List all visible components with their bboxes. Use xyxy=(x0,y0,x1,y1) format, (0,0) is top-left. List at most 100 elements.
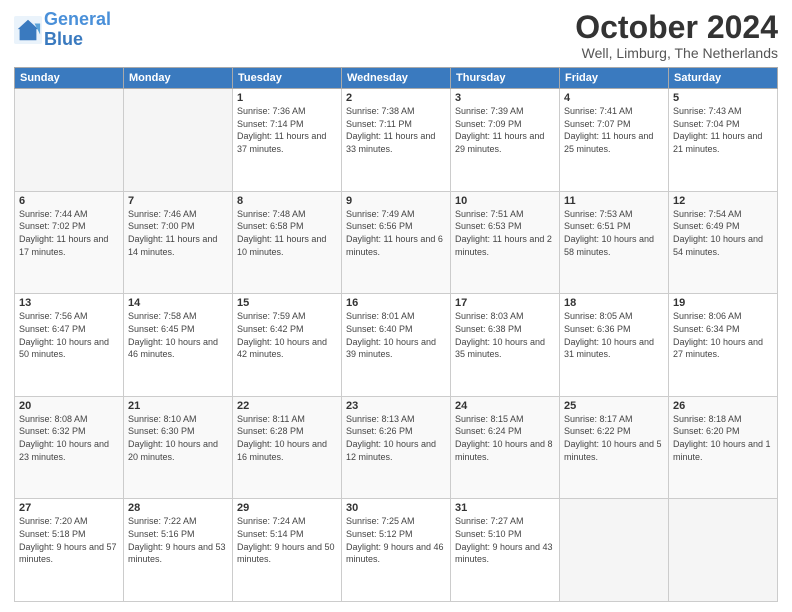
day-detail: Sunrise: 7:38 AM Sunset: 7:11 PM Dayligh… xyxy=(346,105,446,155)
weekday-header-saturday: Saturday xyxy=(669,68,778,89)
day-number: 7 xyxy=(128,195,228,207)
calendar-cell: 28Sunrise: 7:22 AM Sunset: 5:16 PM Dayli… xyxy=(124,499,233,602)
day-number: 31 xyxy=(455,502,555,514)
calendar-cell: 29Sunrise: 7:24 AM Sunset: 5:14 PM Dayli… xyxy=(233,499,342,602)
title-block: October 2024 Well, Limburg, The Netherla… xyxy=(575,10,778,61)
calendar-cell: 13Sunrise: 7:56 AM Sunset: 6:47 PM Dayli… xyxy=(15,294,124,397)
day-detail: Sunrise: 7:56 AM Sunset: 6:47 PM Dayligh… xyxy=(19,310,119,360)
calendar-cell: 8Sunrise: 7:48 AM Sunset: 6:58 PM Daylig… xyxy=(233,191,342,294)
day-detail: Sunrise: 8:13 AM Sunset: 6:26 PM Dayligh… xyxy=(346,413,446,463)
day-detail: Sunrise: 7:20 AM Sunset: 5:18 PM Dayligh… xyxy=(19,515,119,565)
day-number: 2 xyxy=(346,92,446,104)
day-number: 22 xyxy=(237,400,337,412)
calendar-cell: 14Sunrise: 7:58 AM Sunset: 6:45 PM Dayli… xyxy=(124,294,233,397)
week-row-3: 20Sunrise: 8:08 AM Sunset: 6:32 PM Dayli… xyxy=(15,396,778,499)
day-number: 26 xyxy=(673,400,773,412)
day-number: 3 xyxy=(455,92,555,104)
day-detail: Sunrise: 7:44 AM Sunset: 7:02 PM Dayligh… xyxy=(19,208,119,258)
weekday-header-friday: Friday xyxy=(560,68,669,89)
day-number: 4 xyxy=(564,92,664,104)
day-detail: Sunrise: 8:06 AM Sunset: 6:34 PM Dayligh… xyxy=(673,310,773,360)
calendar-table: SundayMondayTuesdayWednesdayThursdayFrid… xyxy=(14,67,778,602)
day-number: 11 xyxy=(564,195,664,207)
calendar-cell: 9Sunrise: 7:49 AM Sunset: 6:56 PM Daylig… xyxy=(342,191,451,294)
calendar-cell: 24Sunrise: 8:15 AM Sunset: 6:24 PM Dayli… xyxy=(451,396,560,499)
day-detail: Sunrise: 8:17 AM Sunset: 6:22 PM Dayligh… xyxy=(564,413,664,463)
calendar-cell: 18Sunrise: 8:05 AM Sunset: 6:36 PM Dayli… xyxy=(560,294,669,397)
day-detail: Sunrise: 7:24 AM Sunset: 5:14 PM Dayligh… xyxy=(237,515,337,565)
calendar-cell: 15Sunrise: 7:59 AM Sunset: 6:42 PM Dayli… xyxy=(233,294,342,397)
day-detail: Sunrise: 7:59 AM Sunset: 6:42 PM Dayligh… xyxy=(237,310,337,360)
calendar-cell xyxy=(15,89,124,192)
day-number: 20 xyxy=(19,400,119,412)
week-row-1: 6Sunrise: 7:44 AM Sunset: 7:02 PM Daylig… xyxy=(15,191,778,294)
day-detail: Sunrise: 7:22 AM Sunset: 5:16 PM Dayligh… xyxy=(128,515,228,565)
day-number: 9 xyxy=(346,195,446,207)
day-detail: Sunrise: 8:15 AM Sunset: 6:24 PM Dayligh… xyxy=(455,413,555,463)
day-number: 1 xyxy=(237,92,337,104)
calendar-cell: 23Sunrise: 8:13 AM Sunset: 6:26 PM Dayli… xyxy=(342,396,451,499)
day-detail: Sunrise: 8:08 AM Sunset: 6:32 PM Dayligh… xyxy=(19,413,119,463)
calendar-cell: 30Sunrise: 7:25 AM Sunset: 5:12 PM Dayli… xyxy=(342,499,451,602)
weekday-header-tuesday: Tuesday xyxy=(233,68,342,89)
day-detail: Sunrise: 7:41 AM Sunset: 7:07 PM Dayligh… xyxy=(564,105,664,155)
calendar-cell: 7Sunrise: 7:46 AM Sunset: 7:00 PM Daylig… xyxy=(124,191,233,294)
day-number: 24 xyxy=(455,400,555,412)
day-number: 14 xyxy=(128,297,228,309)
calendar-cell: 25Sunrise: 8:17 AM Sunset: 6:22 PM Dayli… xyxy=(560,396,669,499)
calendar-cell: 3Sunrise: 7:39 AM Sunset: 7:09 PM Daylig… xyxy=(451,89,560,192)
day-number: 23 xyxy=(346,400,446,412)
calendar-cell: 11Sunrise: 7:53 AM Sunset: 6:51 PM Dayli… xyxy=(560,191,669,294)
day-detail: Sunrise: 7:36 AM Sunset: 7:14 PM Dayligh… xyxy=(237,105,337,155)
weekday-header-wednesday: Wednesday xyxy=(342,68,451,89)
day-detail: Sunrise: 7:51 AM Sunset: 6:53 PM Dayligh… xyxy=(455,208,555,258)
day-detail: Sunrise: 7:46 AM Sunset: 7:00 PM Dayligh… xyxy=(128,208,228,258)
week-row-4: 27Sunrise: 7:20 AM Sunset: 5:18 PM Dayli… xyxy=(15,499,778,602)
day-detail: Sunrise: 7:25 AM Sunset: 5:12 PM Dayligh… xyxy=(346,515,446,565)
day-detail: Sunrise: 7:53 AM Sunset: 6:51 PM Dayligh… xyxy=(564,208,664,258)
logo-general: General xyxy=(44,9,111,29)
day-number: 10 xyxy=(455,195,555,207)
day-detail: Sunrise: 7:27 AM Sunset: 5:10 PM Dayligh… xyxy=(455,515,555,565)
day-number: 5 xyxy=(673,92,773,104)
day-number: 29 xyxy=(237,502,337,514)
day-number: 25 xyxy=(564,400,664,412)
day-detail: Sunrise: 7:43 AM Sunset: 7:04 PM Dayligh… xyxy=(673,105,773,155)
calendar-cell: 10Sunrise: 7:51 AM Sunset: 6:53 PM Dayli… xyxy=(451,191,560,294)
calendar-cell: 20Sunrise: 8:08 AM Sunset: 6:32 PM Dayli… xyxy=(15,396,124,499)
calendar-cell: 5Sunrise: 7:43 AM Sunset: 7:04 PM Daylig… xyxy=(669,89,778,192)
calendar-cell: 27Sunrise: 7:20 AM Sunset: 5:18 PM Dayli… xyxy=(15,499,124,602)
calendar-cell: 12Sunrise: 7:54 AM Sunset: 6:49 PM Dayli… xyxy=(669,191,778,294)
logo-blue: Blue xyxy=(44,29,83,49)
day-detail: Sunrise: 8:03 AM Sunset: 6:38 PM Dayligh… xyxy=(455,310,555,360)
day-number: 16 xyxy=(346,297,446,309)
day-detail: Sunrise: 8:10 AM Sunset: 6:30 PM Dayligh… xyxy=(128,413,228,463)
calendar-page: General Blue October 2024 Well, Limburg,… xyxy=(0,0,792,612)
day-detail: Sunrise: 8:05 AM Sunset: 6:36 PM Dayligh… xyxy=(564,310,664,360)
day-detail: Sunrise: 7:54 AM Sunset: 6:49 PM Dayligh… xyxy=(673,208,773,258)
calendar-cell: 1Sunrise: 7:36 AM Sunset: 7:14 PM Daylig… xyxy=(233,89,342,192)
day-number: 17 xyxy=(455,297,555,309)
day-detail: Sunrise: 7:48 AM Sunset: 6:58 PM Dayligh… xyxy=(237,208,337,258)
calendar-cell: 31Sunrise: 7:27 AM Sunset: 5:10 PM Dayli… xyxy=(451,499,560,602)
calendar-cell xyxy=(124,89,233,192)
weekday-header-monday: Monday xyxy=(124,68,233,89)
day-number: 27 xyxy=(19,502,119,514)
day-detail: Sunrise: 7:58 AM Sunset: 6:45 PM Dayligh… xyxy=(128,310,228,360)
logo: General Blue xyxy=(14,10,111,50)
day-detail: Sunrise: 7:49 AM Sunset: 6:56 PM Dayligh… xyxy=(346,208,446,258)
location: Well, Limburg, The Netherlands xyxy=(575,45,778,61)
calendar-cell xyxy=(669,499,778,602)
calendar-cell: 4Sunrise: 7:41 AM Sunset: 7:07 PM Daylig… xyxy=(560,89,669,192)
weekday-header-thursday: Thursday xyxy=(451,68,560,89)
day-number: 19 xyxy=(673,297,773,309)
day-number: 15 xyxy=(237,297,337,309)
calendar-cell: 16Sunrise: 8:01 AM Sunset: 6:40 PM Dayli… xyxy=(342,294,451,397)
calendar-cell: 19Sunrise: 8:06 AM Sunset: 6:34 PM Dayli… xyxy=(669,294,778,397)
calendar-body: 1Sunrise: 7:36 AM Sunset: 7:14 PM Daylig… xyxy=(15,89,778,602)
day-detail: Sunrise: 8:01 AM Sunset: 6:40 PM Dayligh… xyxy=(346,310,446,360)
week-row-0: 1Sunrise: 7:36 AM Sunset: 7:14 PM Daylig… xyxy=(15,89,778,192)
day-number: 30 xyxy=(346,502,446,514)
weekday-header-row: SundayMondayTuesdayWednesdayThursdayFrid… xyxy=(15,68,778,89)
calendar-cell xyxy=(560,499,669,602)
